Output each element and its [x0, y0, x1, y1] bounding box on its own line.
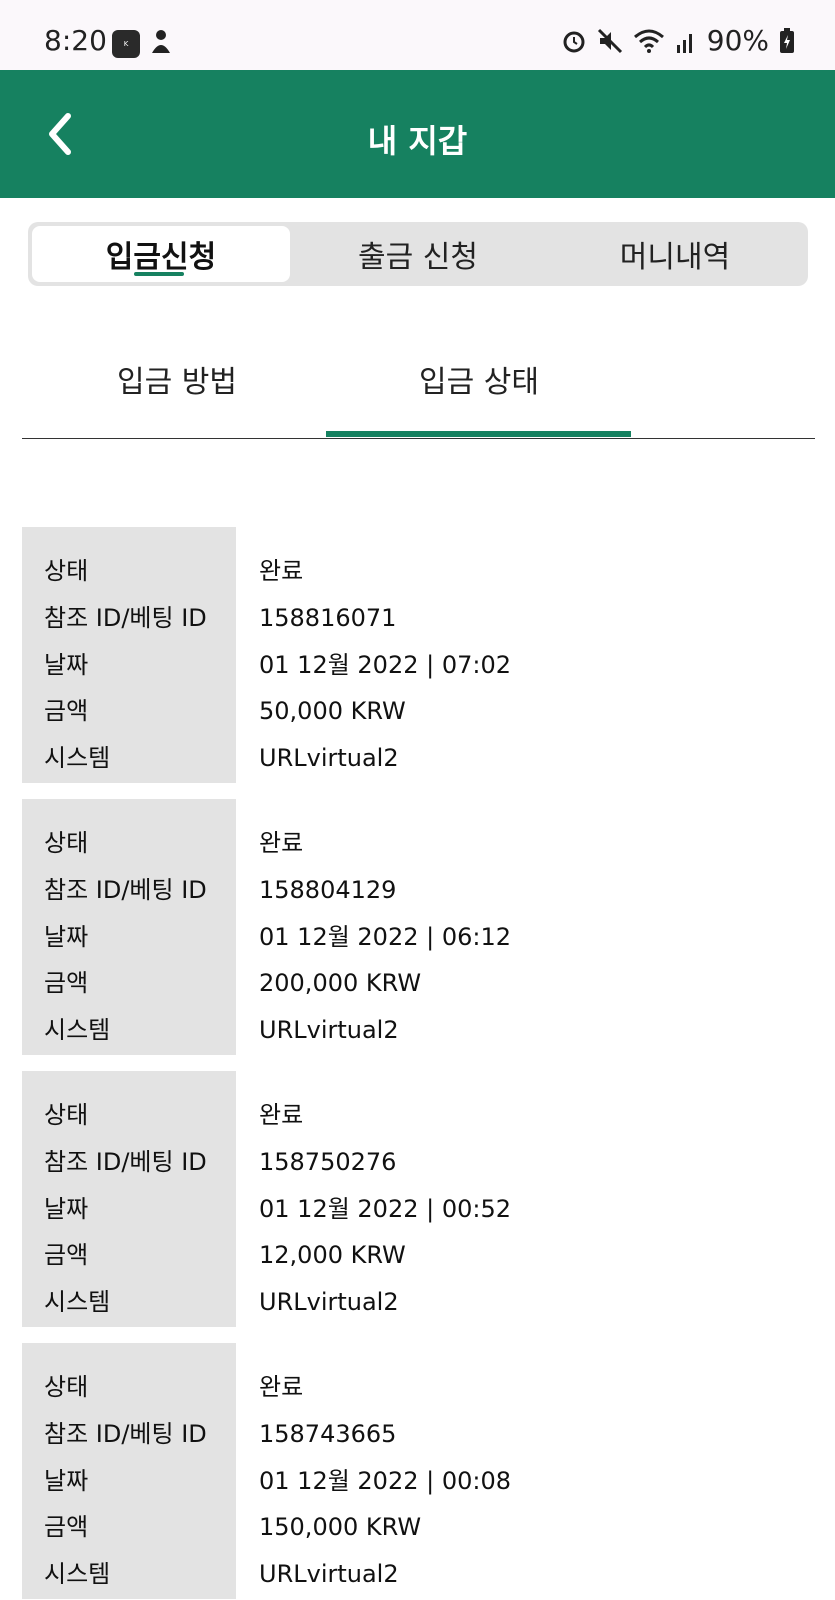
system-value: URLvirtual2 — [259, 744, 399, 772]
status-label: 상태 — [44, 829, 89, 857]
ref-id-value: 158804129 — [259, 876, 397, 904]
system-label: 시스템 — [44, 1560, 111, 1588]
date-value: 01 12월 2022 | 00:52 — [259, 1195, 512, 1223]
amount-label: 금액 — [44, 969, 89, 997]
sub-tabs: 입금 방법 입금 상태 — [22, 335, 815, 439]
status-time: 8:20 — [44, 24, 107, 57]
active-tab-indicator — [134, 272, 184, 276]
ref-id-value: 158816071 — [259, 604, 397, 632]
date-value: 01 12월 2022 | 06:12 — [259, 923, 512, 951]
amount-value: 12,000 KRW — [259, 1241, 406, 1269]
system-label: 시스템 — [44, 1288, 111, 1316]
tab-label: 머니내역 — [619, 240, 731, 275]
tab-label: 출금 신청 — [358, 240, 478, 275]
status-value: 완료 — [259, 557, 304, 585]
ref-id-label: 참조 ID/베팅 ID — [44, 1420, 207, 1448]
ref-id-label: 참조 ID/베팅 ID — [44, 1148, 207, 1176]
page-title: 내 지갑 — [367, 122, 468, 160]
wifi-icon — [633, 28, 665, 54]
segmented-tabs: 입금신청 출금 신청 머니내역 — [28, 222, 808, 286]
date-label: 날짜 — [44, 1195, 89, 1223]
subtab-deposit-method[interactable]: 입금 방법 — [117, 357, 237, 401]
deposit-record: 상태 완료 참조 ID/베팅 ID 158743665 날짜 01 12월 2022 … — [22, 1343, 815, 1599]
amount-value: 200,000 KRW — [259, 969, 422, 997]
date-value: 01 12월 2022 | 07:02 — [259, 651, 512, 679]
date-label: 날짜 — [44, 923, 89, 951]
ref-id-label: 참조 ID/베팅 ID — [44, 876, 207, 904]
status-value: 완료 — [259, 829, 304, 857]
active-subtab-indicator — [326, 431, 631, 437]
amount-label: 금액 — [44, 1241, 89, 1269]
tab-deposit-request[interactable]: 입금신청 — [32, 226, 290, 282]
app-bar: 내 지갑 — [0, 70, 835, 198]
status-value: 완료 — [259, 1101, 304, 1129]
tab-withdraw-request[interactable]: 출금 신청 — [289, 226, 547, 282]
system-label: 시스템 — [44, 1016, 111, 1044]
status-bar: 8:20 K 90% — [0, 0, 835, 70]
system-label: 시스템 — [44, 744, 111, 772]
ref-id-label: 참조 ID/베팅 ID — [44, 604, 207, 632]
amount-value: 50,000 KRW — [259, 697, 406, 725]
person-icon — [150, 29, 172, 59]
deposit-record: 상태 완료 참조 ID/베팅 ID 158816071 날짜 01 12월 2022 … — [22, 527, 815, 783]
battery-text: 90% — [706, 24, 769, 57]
status-label: 상태 — [44, 1101, 89, 1129]
subtab-deposit-status[interactable]: 입금 상태 — [419, 357, 539, 401]
date-label: 날짜 — [44, 651, 89, 679]
amount-label: 금액 — [44, 1513, 89, 1541]
deposit-record: 상태 완료 참조 ID/베팅 ID 158804129 날짜 01 12월 2022 … — [22, 799, 815, 1055]
amount-label: 금액 — [44, 697, 89, 725]
ref-id-value: 158750276 — [259, 1148, 397, 1176]
tab-money-history[interactable]: 머니내역 — [546, 226, 804, 282]
amount-value: 150,000 KRW — [259, 1513, 422, 1541]
signal-icon — [675, 29, 697, 53]
kbank-icon: K — [112, 30, 140, 58]
battery-charging-icon — [779, 27, 795, 54]
tab-label: 입금신청 — [105, 240, 217, 275]
date-label: 날짜 — [44, 1467, 89, 1495]
mute-icon — [597, 28, 623, 54]
system-value: URLvirtual2 — [259, 1288, 399, 1316]
alarm-icon — [561, 28, 587, 54]
system-value: URLvirtual2 — [259, 1016, 399, 1044]
status-value: 완료 — [259, 1373, 304, 1401]
status-label: 상태 — [44, 557, 89, 585]
deposit-record: 상태 완료 참조 ID/베팅 ID 158750276 날짜 01 12월 2022 … — [22, 1071, 815, 1327]
status-label: 상태 — [44, 1373, 89, 1401]
date-value: 01 12월 2022 | 00:08 — [259, 1467, 512, 1495]
system-value: URLvirtual2 — [259, 1560, 399, 1588]
ref-id-value: 158743665 — [259, 1420, 397, 1448]
divider — [22, 438, 815, 439]
